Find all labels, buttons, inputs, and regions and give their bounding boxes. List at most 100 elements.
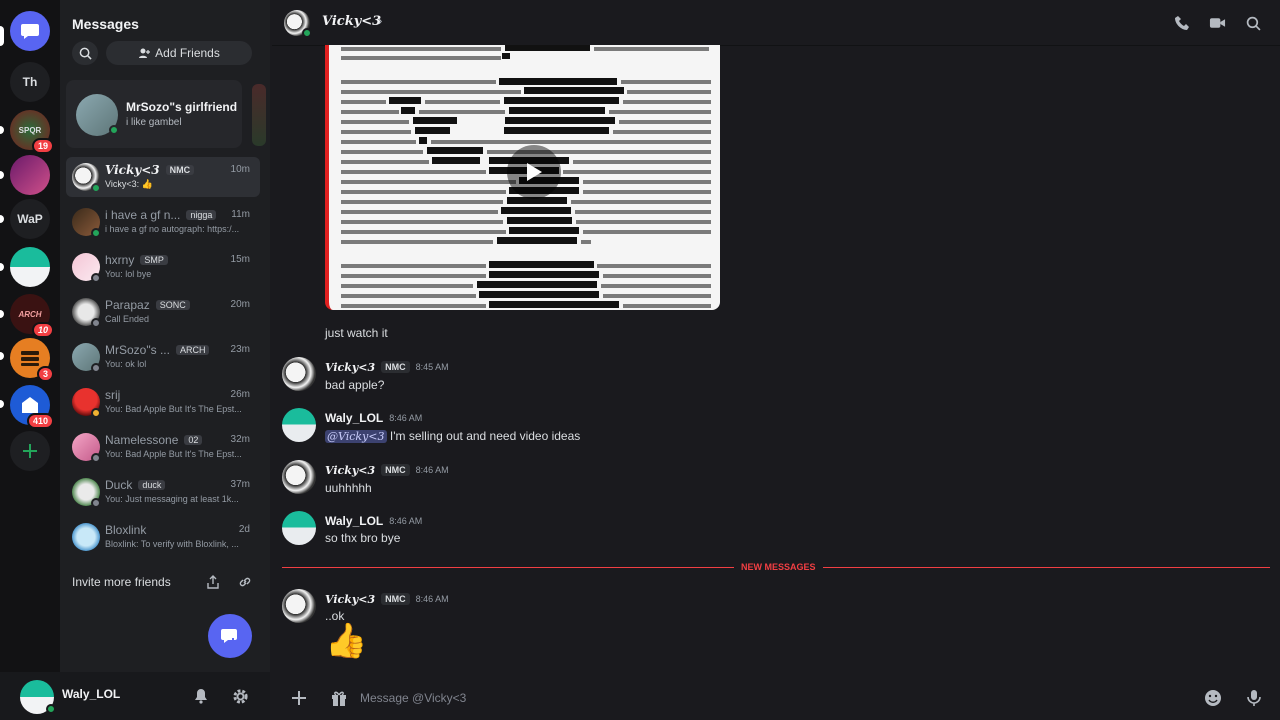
timestamp: 8:46 AM (389, 516, 423, 526)
message-author[interactable]: Waly_LOL 8:46 AM (325, 514, 422, 528)
message-text: just watch it (325, 326, 388, 340)
dm-preview: Bloxlink: To verify with Bloxlink, ... (105, 539, 239, 549)
online-status-icon (91, 183, 101, 193)
offline-status-icon (91, 318, 101, 328)
server-tag: NMC (165, 165, 195, 175)
dm-item[interactable]: Bloxlink 2d Bloxlink: To verify with Blo… (66, 517, 260, 557)
search-icon[interactable] (1243, 13, 1263, 33)
server-arch[interactable]: ARCH 10 (10, 294, 54, 338)
favorite-friend-card[interactable]: MrSozo"s girlfriend i like gambel (66, 80, 242, 148)
emoji-icon[interactable] (1202, 687, 1224, 709)
dm-item[interactable]: hxrny SMP 15m You: lol bye (66, 247, 260, 287)
chat-bubble-icon (21, 24, 39, 39)
offline-status-icon (91, 453, 101, 463)
mention-badge: 410 (26, 413, 54, 429)
avatar (72, 523, 100, 551)
dm-item[interactable]: srij 26m You: Bad Apple But It's The Eps… (66, 382, 260, 422)
add-friends-button[interactable]: Add Friends (106, 41, 252, 65)
server-tag: SMP (140, 255, 168, 265)
phone-icon[interactable] (1172, 13, 1192, 33)
server-waly[interactable] (10, 247, 50, 287)
timestamp: 8:46 AM (415, 594, 449, 604)
unread-indicator (0, 215, 4, 223)
user-mention[interactable]: @Vicky<3 (325, 430, 387, 443)
message-composer (272, 678, 1280, 718)
play-button[interactable] (507, 145, 561, 199)
house-icon (22, 397, 38, 413)
video-attachment[interactable] (325, 45, 720, 310)
play-icon (527, 163, 542, 181)
message-author[interactable]: Vicky<3 NMC 8:46 AM (325, 593, 449, 606)
add-server-button[interactable] (10, 431, 50, 471)
role-tag: NMC (381, 361, 410, 373)
dm-preview: You: ok lol (105, 359, 147, 369)
avatar[interactable] (282, 408, 316, 442)
current-username: Waly_LOL (62, 687, 121, 701)
server-th[interactable]: Th (10, 62, 50, 102)
avatar[interactable] (282, 511, 316, 545)
message-text: so thx bro bye (325, 531, 401, 545)
dm-item[interactable]: Vicky<3 NMC 10m Vicky<3: 👍 (66, 157, 260, 197)
dm-time: 32m (230, 434, 250, 445)
mic-icon[interactable] (1243, 687, 1265, 709)
dm-name: hxrny SMP (105, 253, 168, 267)
message-author[interactable]: Vicky<3 NMC 8:46 AM (325, 464, 449, 477)
dm-item[interactable]: Namelessone 02 32m You: Bad Apple But It'… (66, 427, 260, 467)
dm-item[interactable]: Parapaz SONC 20m Call Ended (66, 292, 260, 332)
server-spqr[interactable]: SPQR 19 (10, 110, 54, 154)
dm-time: 15m (230, 254, 250, 265)
dm-time: 23m (230, 344, 250, 355)
offline-status-icon (91, 498, 101, 508)
dm-preview: Call Ended (105, 314, 150, 324)
channel-name[interactable]: Vicky<3 (322, 14, 381, 29)
dm-name: srij (105, 388, 121, 402)
gear-icon[interactable] (230, 686, 250, 706)
new-message-button[interactable] (208, 614, 252, 658)
dm-time: 37m (230, 479, 250, 490)
timestamp: 8:45 AM (415, 362, 449, 372)
server-wap[interactable]: WaP (10, 199, 50, 239)
direct-messages-button[interactable] (10, 11, 50, 51)
search-icon (79, 47, 92, 60)
dm-preview: You: Bad Apple But It's The Epst... (105, 449, 242, 459)
dm-preview: You: lol bye (105, 269, 152, 279)
chat-area: Vicky<3 › just watch it Vicky<3 NMC 8:45… (272, 0, 1280, 720)
chevron-right-icon[interactable]: › (378, 13, 382, 28)
unread-indicator (0, 310, 4, 318)
dm-item[interactable]: MrSozo"s ... ARCH 23m You: ok lol (66, 337, 260, 377)
gift-icon[interactable] (328, 687, 350, 709)
chat-header: Vicky<3 › (272, 0, 1280, 46)
video-icon[interactable] (1207, 13, 1227, 33)
online-status-icon (109, 125, 119, 135)
user-panel: Waly_LOL (0, 672, 270, 720)
avatar[interactable] (282, 460, 316, 494)
search-button[interactable] (72, 41, 98, 65)
server-tag: SONC (155, 300, 190, 310)
dm-item[interactable]: i have a gf n... nigga 11m i have a gf no… (66, 202, 260, 242)
dm-name: Duck duck (105, 478, 166, 492)
server-anime[interactable] (10, 155, 50, 195)
next-favorite-card[interactable] (252, 84, 266, 146)
share-icon[interactable] (202, 571, 224, 593)
dm-name: Parapaz SONC (105, 298, 190, 312)
avatar[interactable] (282, 357, 316, 391)
dm-item[interactable]: Duck duck 37m You: Just messaging at leas… (66, 472, 260, 512)
dm-time: 2d (238, 524, 250, 535)
bell-icon[interactable] (191, 686, 211, 706)
mention-badge: 10 (31, 322, 54, 338)
server-stack[interactable]: 3 (10, 338, 54, 382)
message-author[interactable]: Vicky<3 NMC 8:45 AM (325, 361, 449, 374)
message-text: @Vicky<3 I'm selling out and need video … (325, 429, 581, 443)
plus-icon[interactable] (288, 687, 310, 709)
link-icon[interactable] (234, 571, 256, 593)
offline-status-icon (91, 363, 101, 373)
unread-indicator (0, 400, 4, 408)
message-input[interactable] (360, 686, 1180, 710)
server-blue[interactable]: 410 (10, 385, 54, 429)
timestamp: 8:46 AM (415, 465, 449, 475)
avatar[interactable] (282, 589, 316, 623)
dm-time: 20m (230, 299, 250, 310)
favorite-name: MrSozo"s girlfriend (126, 100, 238, 114)
message-author[interactable]: Waly_LOL 8:46 AM (325, 411, 422, 425)
online-status-icon (91, 228, 101, 238)
